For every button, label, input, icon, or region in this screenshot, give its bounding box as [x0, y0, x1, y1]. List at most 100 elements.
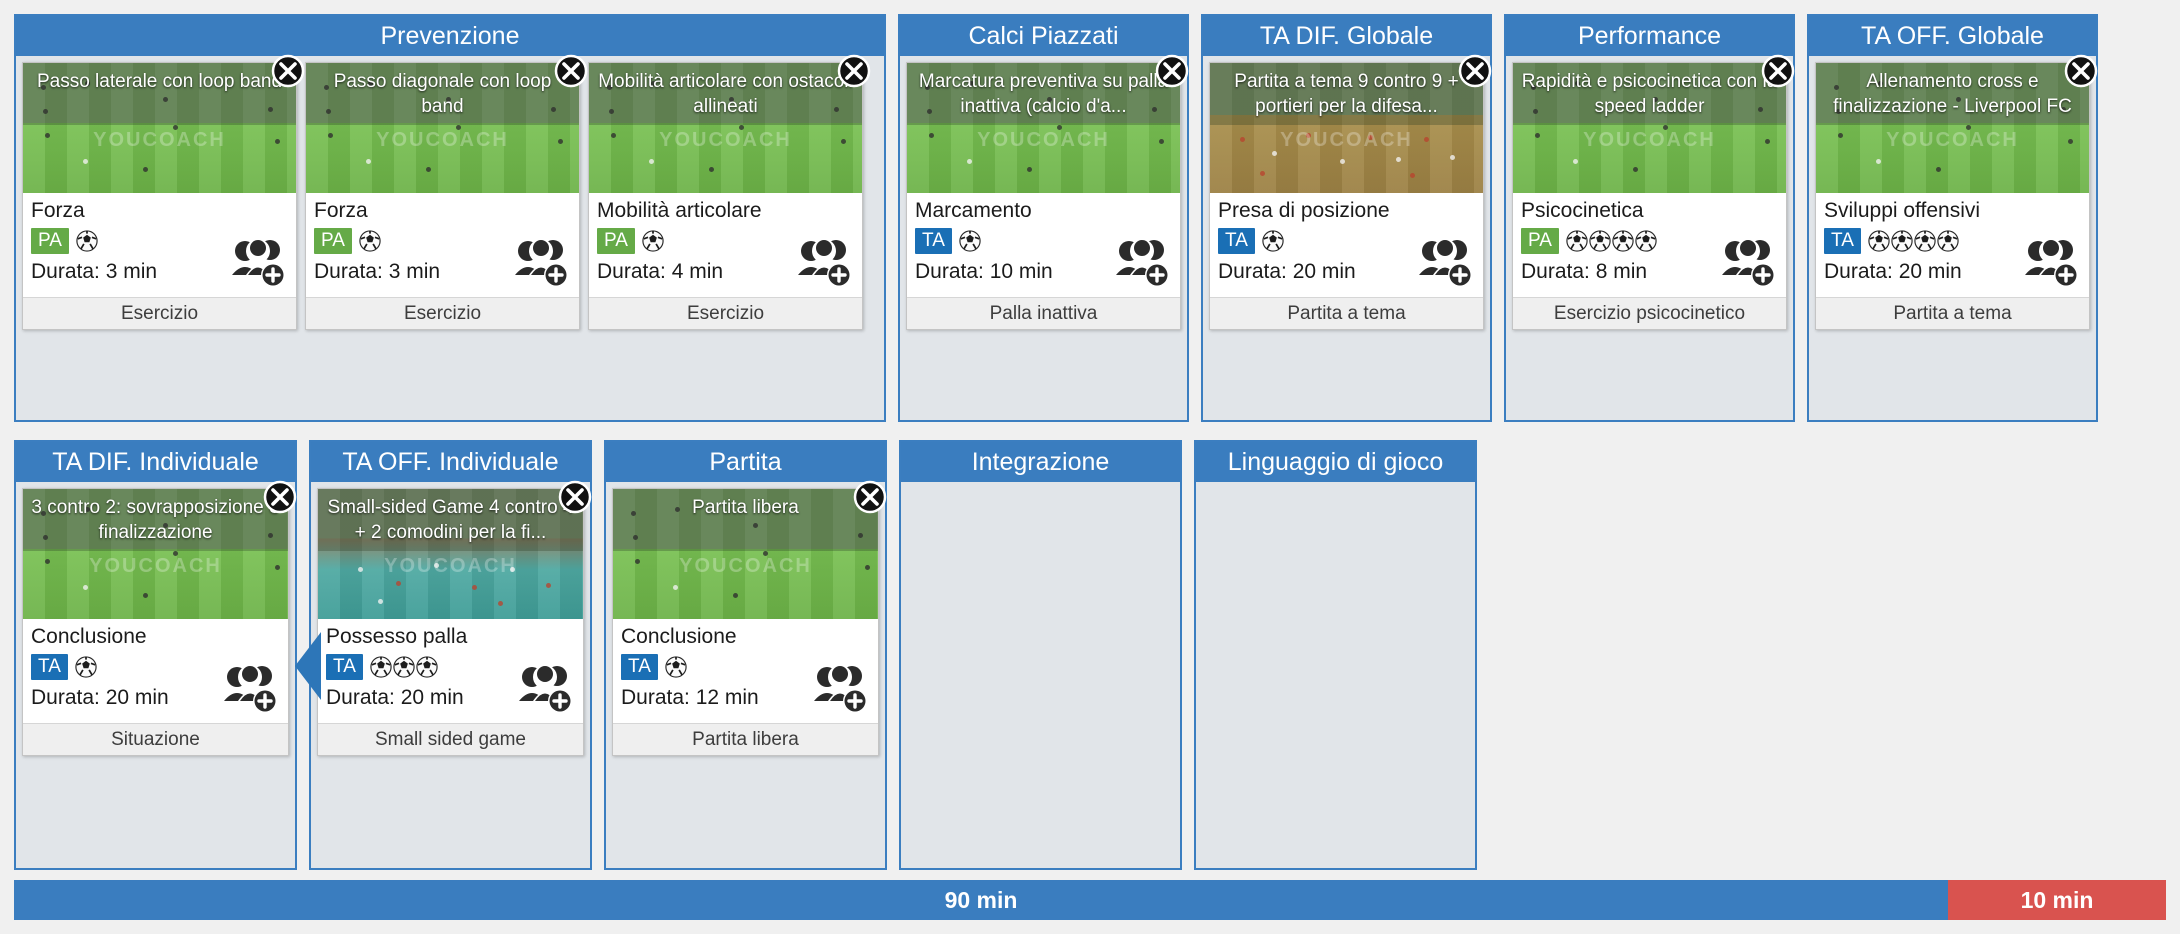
close-icon[interactable] [1761, 54, 1795, 88]
column-card-list[interactable]: YOUCOACH 3 contro 2: sovrapposizione e f… [16, 480, 297, 868]
exercise-info: Forza PA Durata: 3 min [23, 193, 296, 297]
exercise-title: Rapidità e psicocinetica con la speed la… [1521, 71, 1778, 117]
exercise-objective: Possesso palla [326, 625, 468, 648]
column-card-list[interactable] [1196, 482, 1475, 868]
exercise-thumbnail[interactable]: YOUCOACH 3 contro 2: sovrapposizione e f… [23, 489, 288, 619]
category-badge: TA [1824, 228, 1861, 254]
add-players-icon[interactable] [2023, 235, 2081, 287]
exercise-title: Passo diagonale con loop band [333, 71, 552, 117]
add-players-icon[interactable] [1114, 235, 1172, 287]
board-column[interactable]: TA DIF. Globale YOUCOACH Partita a tema … [1201, 14, 1492, 422]
column-card-list[interactable]: YOUCOACH Passo laterale con loop band Fo… [16, 54, 884, 420]
exercise-info: Sviluppi offensivi TA Durata: 20 min [1816, 193, 2089, 297]
exercise-category: Palla inattiva [907, 297, 1180, 329]
watermark: YOUCOACH [376, 129, 509, 151]
close-icon[interactable] [1155, 54, 1189, 88]
column-card-list[interactable]: YOUCOACH Partita a tema 9 contro 9 + por… [1203, 54, 1492, 420]
add-players-icon[interactable] [1720, 235, 1778, 287]
exercise-thumbnail[interactable]: YOUCOACH Passo laterale con loop band [23, 63, 296, 193]
exercise-title: Partita libera [692, 497, 799, 518]
column-title: Prevenzione [16, 16, 884, 56]
intensity-ball-icon [370, 656, 392, 678]
board-column[interactable]: Calci Piazzati YOUCOACH Marcatura preven… [898, 14, 1189, 422]
exercise-thumbnail[interactable]: YOUCOACH Rapidità e psicocinetica con la… [1513, 63, 1786, 193]
intensity-rating [642, 230, 664, 252]
exercise-thumbnail[interactable]: YOUCOACH Mobilità articolare con ostacol… [589, 63, 862, 193]
exercise-card[interactable]: YOUCOACH Rapidità e psicocinetica con la… [1512, 54, 1795, 330]
exercise-card[interactable]: YOUCOACH Allenamento cross e finalizzazi… [1815, 54, 2098, 330]
board-column[interactable]: Prevenzione YOUCOACH Passo laterale con … [14, 14, 886, 422]
intensity-ball-icon [1891, 230, 1913, 252]
add-players-icon[interactable] [796, 235, 854, 287]
category-badge: TA [915, 228, 952, 254]
exercise-card[interactable]: YOUCOACH Passo diagonale con loop band F… [305, 54, 588, 330]
add-players-icon[interactable] [517, 661, 575, 713]
exercise-category: Partita a tema [1210, 297, 1483, 329]
column-card-list[interactable] [901, 482, 1180, 868]
exercise-objective: Psicocinetica [1521, 199, 1644, 222]
board-column[interactable]: TA OFF. Individuale YOUCOACH Small-sided… [295, 440, 592, 870]
intensity-ball-icon [1589, 230, 1611, 252]
exercise-thumbnail[interactable]: YOUCOACH Allenamento cross e finalizzazi… [1816, 63, 2089, 193]
intensity-ball-icon [642, 230, 664, 252]
close-icon[interactable] [837, 54, 871, 88]
add-players-icon[interactable] [222, 661, 280, 713]
exercise-category: Esercizio [306, 297, 579, 329]
add-players-icon[interactable] [230, 235, 288, 287]
intensity-rating [1566, 230, 1657, 252]
intensity-rating [1262, 230, 1284, 252]
board-column[interactable]: Partita YOUCOACH Partita libera Conclusi… [604, 440, 887, 870]
exercise-card[interactable]: YOUCOACH Passo laterale con loop band Fo… [22, 54, 305, 330]
add-players-icon[interactable] [812, 661, 870, 713]
close-icon[interactable] [1458, 54, 1492, 88]
exercise-card[interactable]: YOUCOACH Marcatura preventiva su palla i… [906, 54, 1189, 330]
close-icon[interactable] [554, 54, 588, 88]
column-card-list[interactable]: YOUCOACH Partita libera Conclusione TA D… [606, 480, 887, 868]
board-column[interactable]: TA OFF. Globale YOUCOACH Allenamento cro… [1807, 14, 2098, 422]
board-column[interactable]: Performance YOUCOACH Rapidità e psicocin… [1504, 14, 1795, 422]
exercise-category: Situazione [23, 723, 288, 755]
column-card-list[interactable]: YOUCOACH Marcatura preventiva su palla i… [900, 54, 1189, 420]
exercise-card[interactable]: YOUCOACH Partita a tema 9 contro 9 + por… [1209, 54, 1492, 330]
board-row-bottom: TA DIF. Individuale YOUCOACH 3 contro 2:… [14, 440, 2166, 870]
close-icon[interactable] [853, 480, 887, 514]
category-badge: PA [31, 228, 69, 254]
exercise-info: Mobilità articolare PA Durata: 4 min [589, 193, 862, 297]
intensity-rating [1868, 230, 1959, 252]
board-column[interactable]: TA DIF. Individuale YOUCOACH 3 contro 2:… [14, 440, 297, 870]
board-column[interactable]: Linguaggio di gioco [1194, 440, 1477, 870]
intensity-rating [959, 230, 981, 252]
intensity-ball-icon [1262, 230, 1284, 252]
column-card-list[interactable]: YOUCOACH Small-sided Game 4 contro 4 + 2… [295, 480, 592, 868]
exercise-thumbnail[interactable]: YOUCOACH Partita a tema 9 contro 9 + por… [1210, 63, 1483, 193]
board-column[interactable]: Integrazione [899, 440, 1182, 870]
column-card-list[interactable]: YOUCOACH Rapidità e psicocinetica con la… [1506, 54, 1795, 420]
add-players-icon[interactable] [513, 235, 571, 287]
watermark: YOUCOACH [1886, 129, 2019, 151]
exercise-card[interactable]: YOUCOACH Mobilità articolare con ostacol… [588, 54, 871, 330]
close-icon[interactable] [271, 54, 305, 88]
exercise-thumbnail[interactable]: YOUCOACH Passo diagonale con loop band [306, 63, 579, 193]
intensity-ball-icon [1914, 230, 1936, 252]
close-icon[interactable] [2064, 54, 2098, 88]
exercise-card[interactable]: YOUCOACH Partita libera Conclusione TA D… [612, 480, 887, 756]
exercise-card[interactable]: YOUCOACH Small-sided Game 4 contro 4 + 2… [317, 480, 592, 756]
column-card-list[interactable]: YOUCOACH Allenamento cross e finalizzazi… [1809, 54, 2098, 420]
category-badge: TA [621, 654, 658, 680]
exercise-category: Esercizio psicocinetico [1513, 297, 1786, 329]
exercise-thumbnail[interactable]: YOUCOACH Small-sided Game 4 contro 4 + 2… [318, 489, 583, 619]
intensity-ball-icon [76, 230, 98, 252]
exercise-objective: Forza [314, 199, 368, 222]
exercise-objective: Marcamento [915, 199, 1032, 222]
exercise-info: Marcamento TA Durata: 10 min [907, 193, 1180, 297]
exercise-title: 3 contro 2: sovrapposizione e finalizzaz… [31, 497, 280, 543]
exercise-thumbnail[interactable]: YOUCOACH Partita libera [613, 489, 878, 619]
intensity-rating [359, 230, 381, 252]
close-icon[interactable] [263, 480, 297, 514]
column-title: Linguaggio di gioco [1196, 442, 1475, 482]
close-icon[interactable] [558, 480, 592, 514]
exercise-thumbnail[interactable]: YOUCOACH Marcatura preventiva su palla i… [907, 63, 1180, 193]
add-players-icon[interactable] [1417, 235, 1475, 287]
exercise-card[interactable]: YOUCOACH 3 contro 2: sovrapposizione e f… [22, 480, 297, 756]
column-title: TA DIF. Globale [1203, 16, 1490, 56]
